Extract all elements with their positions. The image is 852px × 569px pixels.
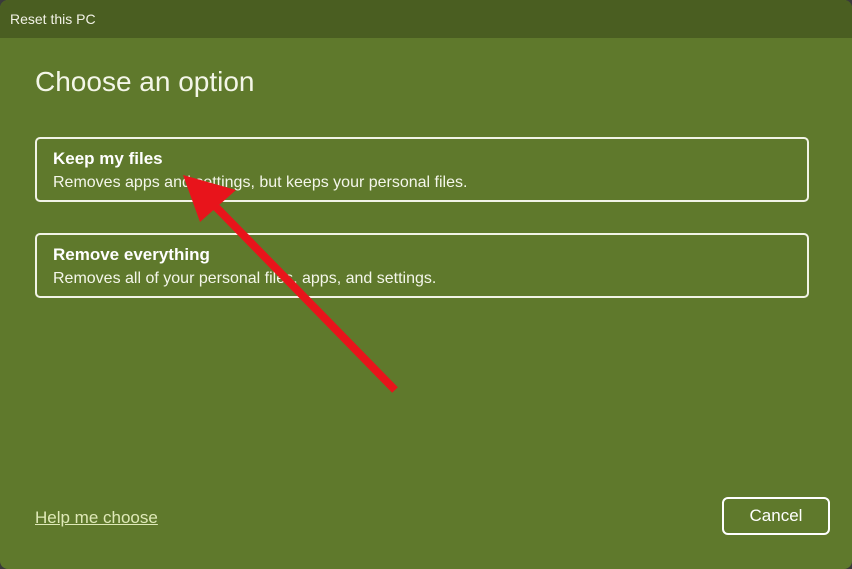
keep-my-files-option[interactable]: Keep my files Removes apps and settings,…: [35, 137, 809, 202]
option-description: Removes all of your personal files, apps…: [53, 270, 437, 287]
option-title: Remove everything: [53, 245, 210, 264]
remove-everything-option[interactable]: Remove everything Removes all of your pe…: [35, 233, 809, 298]
option-description: Removes apps and settings, but keeps you…: [53, 174, 468, 191]
page-title: Choose an option: [35, 66, 255, 97]
cancel-button[interactable]: Cancel: [722, 497, 830, 535]
reset-pc-dialog: Reset this PC Choose an option Keep my f…: [0, 0, 852, 569]
help-me-choose-link[interactable]: Help me choose: [35, 508, 158, 528]
option-title: Keep my files: [53, 149, 163, 168]
window-title: Reset this PC: [0, 0, 852, 38]
